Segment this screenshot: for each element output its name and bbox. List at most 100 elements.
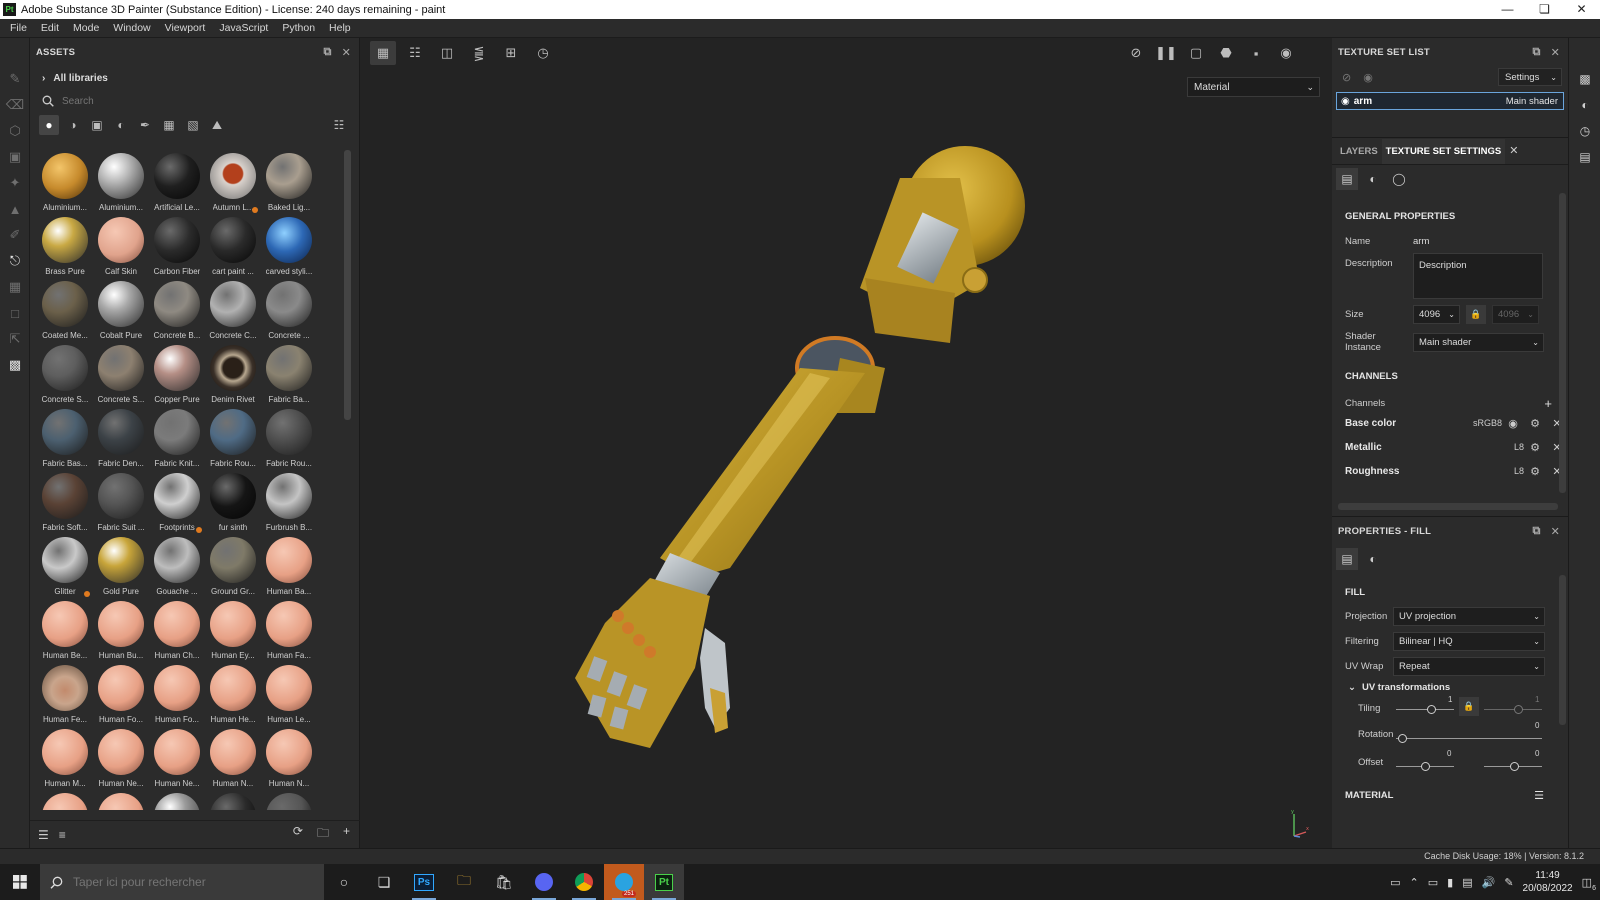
- log-icon[interactable]: ▤: [1569, 144, 1600, 170]
- material-thumbnail[interactable]: Human Fe...: [37, 662, 93, 726]
- fill-scrollbar[interactable]: [1559, 575, 1566, 725]
- material-menu-icon[interactable]: ☰: [1534, 789, 1544, 802]
- material-thumbnail[interactable]: Gold Pure: [93, 534, 149, 598]
- color-profile-icon[interactable]: ◉: [1502, 417, 1524, 430]
- undock-icon[interactable]: ⧉: [324, 46, 332, 59]
- shader-instance-select[interactable]: Main shader ⌄: [1413, 332, 1544, 352]
- settings-page-icon[interactable]: ▤: [1336, 168, 1358, 190]
- sort-icon[interactable]: ≡: [59, 828, 66, 842]
- fill-settings-icon[interactable]: ▤: [1336, 548, 1358, 570]
- telegram-icon[interactable]: 251: [604, 864, 644, 900]
- material-thumbnail[interactable]: Human Ne...: [149, 726, 205, 790]
- material-thumbnail[interactable]: Cobalt Pure: [93, 278, 149, 342]
- close-panel-icon[interactable]: ✕: [342, 46, 351, 59]
- texture-set-item[interactable]: ◉ arm Main shader: [1336, 92, 1564, 110]
- tiling-slider-knob[interactable]: [1427, 705, 1436, 714]
- filtering-select[interactable]: Bilinear | HQ ⌄: [1393, 632, 1545, 651]
- rotation-slider-knob[interactable]: [1398, 734, 1407, 743]
- uv-icon[interactable]: ◯: [1388, 168, 1410, 190]
- video-camera-icon[interactable]: ▪: [1243, 41, 1269, 65]
- material-thumbnail[interactable]: Baked Lig...: [261, 150, 317, 214]
- task-view-icon[interactable]: ❏: [364, 864, 404, 900]
- material-thumbnail[interactable]: Artificial Le...: [149, 150, 205, 214]
- projection-select[interactable]: UV projection ⌄: [1393, 607, 1545, 626]
- material-thumbnail[interactable]: Calf Skin: [93, 214, 149, 278]
- menu-javascript[interactable]: JavaScript: [212, 22, 275, 34]
- channel-settings-icon[interactable]: ⚙: [1524, 417, 1546, 430]
- library-selector[interactable]: › All libraries: [30, 66, 359, 90]
- material-thumbnail[interactable]: Fabric Ba...: [261, 342, 317, 406]
- uv-transformations-toggle[interactable]: ⌄ UV transformations: [1332, 682, 1568, 693]
- alphas-filter-icon[interactable]: ▦: [159, 115, 179, 135]
- virtual-desktop-icon[interactable]: ▭: [1390, 876, 1400, 889]
- shader-settings-icon[interactable]: ◐: [1569, 92, 1600, 118]
- material-thumbnail[interactable]: Autumn L...: [205, 150, 261, 214]
- settings-dropdown[interactable]: Settings ⌄: [1498, 68, 1562, 86]
- material-thumbnail[interactable]: Brass Pure: [37, 214, 93, 278]
- taskbar-search[interactable]: [40, 864, 324, 900]
- material-thumbnail[interactable]: [93, 790, 149, 810]
- clock[interactable]: 11:49 20/08/2022: [1523, 869, 1573, 895]
- discord-icon[interactable]: [524, 864, 564, 900]
- material-thumbnail[interactable]: Ground Gr...: [205, 534, 261, 598]
- paint-brush-icon[interactable]: ✎: [0, 66, 30, 92]
- material-thumbnail[interactable]: Human N...: [261, 726, 317, 790]
- environments-filter-icon[interactable]: ⛰: [207, 115, 227, 135]
- material-thumbnail[interactable]: Human Ey...: [205, 598, 261, 662]
- network-icon[interactable]: ▤: [1462, 876, 1472, 889]
- add-icon[interactable]: +: [343, 824, 350, 845]
- material-thumbnail[interactable]: Human Ba...: [261, 534, 317, 598]
- tab-layers[interactable]: LAYERS: [1336, 146, 1382, 164]
- clone-icon[interactable]: □: [0, 300, 30, 326]
- material-thumbnail[interactable]: Human Fa...: [261, 598, 317, 662]
- undock-icon[interactable]: ⧉: [1533, 525, 1541, 538]
- rotation-slider-track[interactable]: [1396, 738, 1542, 739]
- close-panel-icon[interactable]: ✕: [1551, 46, 1560, 59]
- cortana-icon[interactable]: ○: [324, 864, 364, 900]
- materials-filter-icon[interactable]: ●: [39, 115, 59, 135]
- material-thumbnail[interactable]: Copper Pure: [149, 342, 205, 406]
- material-thumbnail[interactable]: Fabric Rou...: [261, 406, 317, 470]
- menu-help[interactable]: Help: [322, 22, 358, 34]
- monitor-icon[interactable]: ▭: [1428, 876, 1438, 889]
- size-select[interactable]: 4096 ⌄: [1413, 305, 1460, 324]
- pen-icon[interactable]: ✎: [1504, 876, 1513, 889]
- shader-icon[interactable]: ◐: [1362, 168, 1384, 190]
- material-thumbnail[interactable]: Human Ne...: [93, 726, 149, 790]
- material-thumbnail[interactable]: Glitter: [37, 534, 93, 598]
- material-thumbnail[interactable]: fur sinth: [205, 470, 261, 534]
- lock-size-button[interactable]: 🔒: [1466, 305, 1486, 324]
- tray-chevron-icon[interactable]: ⌃: [1410, 876, 1419, 889]
- notifications-icon[interactable]: ◫ 6: [1582, 876, 1596, 892]
- symmetry-grid-icon[interactable]: ▦: [370, 41, 396, 65]
- material-thumbnail[interactable]: Fabric Bas...: [37, 406, 93, 470]
- generators-filter-icon[interactable]: ◐: [111, 115, 131, 135]
- material-thumbnail[interactable]: Denim Rivet: [205, 342, 261, 406]
- channel-settings-icon[interactable]: ⚙: [1524, 441, 1546, 454]
- material-thumbnail[interactable]: Footprints: [149, 470, 205, 534]
- tiling-slider-track[interactable]: [1396, 709, 1454, 710]
- measure-icon[interactable]: ▦: [0, 274, 30, 300]
- material-thumbnail[interactable]: Fabric Suit ...: [93, 470, 149, 534]
- visibility-eye-icon[interactable]: ◉: [1341, 96, 1350, 107]
- eye-icon[interactable]: ◉: [1363, 71, 1373, 84]
- offset-slider-knob[interactable]: [1421, 762, 1430, 771]
- offset-slider-2-knob[interactable]: [1510, 762, 1519, 771]
- bake-icon[interactable]: ⎋: [0, 248, 30, 274]
- minimize-button[interactable]: —: [1489, 0, 1526, 19]
- store-icon[interactable]: 🛍: [484, 864, 524, 900]
- display-settings-icon[interactable]: ▩: [1569, 66, 1600, 92]
- assets-scrollbar[interactable]: [344, 150, 351, 420]
- smart-materials-filter-icon[interactable]: ◑: [63, 115, 83, 135]
- refresh-icon[interactable]: ⟳: [293, 824, 303, 845]
- channel-row[interactable]: Base color sRGB8 ◉ ⚙ ✕: [1332, 411, 1568, 435]
- add-channel-icon[interactable]: +: [1544, 396, 1552, 411]
- menu-mode[interactable]: Mode: [66, 22, 106, 34]
- close-panel-icon[interactable]: ✕: [1551, 525, 1560, 538]
- pause-icon[interactable]: ❚❚: [1153, 41, 1179, 65]
- material-thumbnail[interactable]: [261, 790, 317, 810]
- tss-scrollbar[interactable]: [1559, 193, 1566, 493]
- textures-filter-icon[interactable]: ▧: [183, 115, 203, 135]
- material-thumbnail[interactable]: Fabric Rou...: [205, 406, 261, 470]
- menu-python[interactable]: Python: [275, 22, 322, 34]
